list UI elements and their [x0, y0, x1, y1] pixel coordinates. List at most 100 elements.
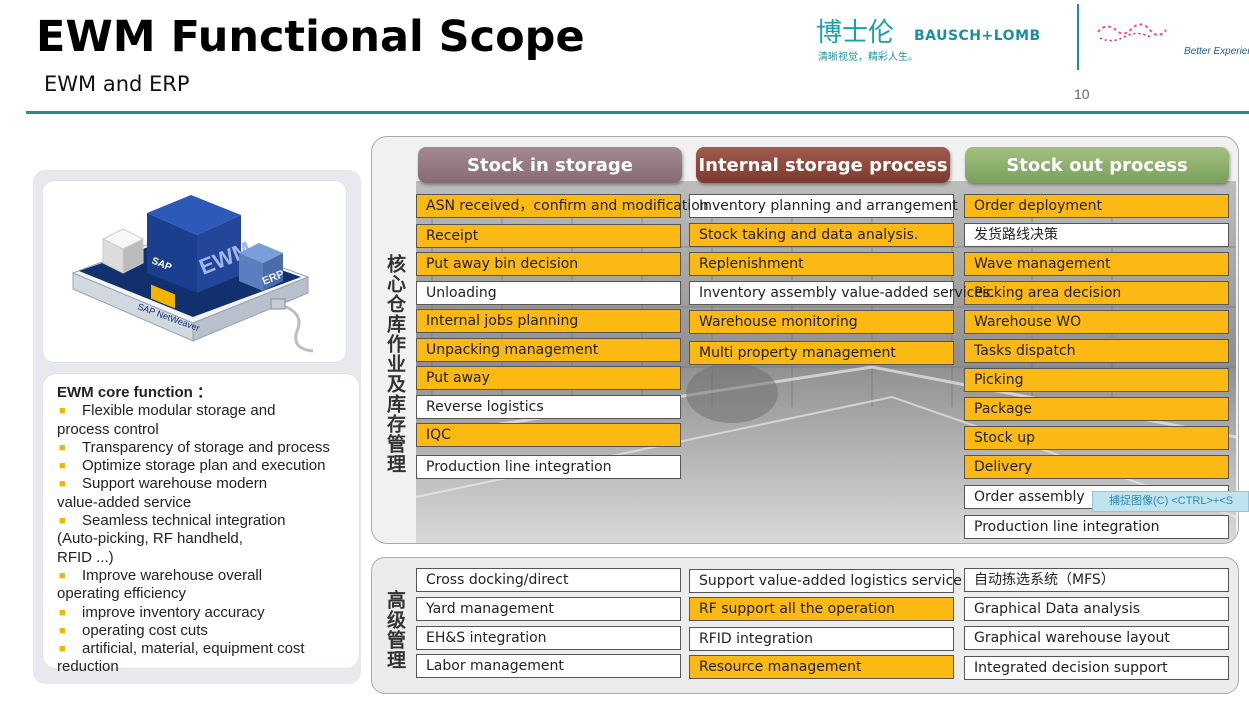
- advanced-col2-cell: Resource management: [689, 655, 954, 679]
- stock-in-cell-text: Put away bin decision: [426, 256, 579, 272]
- core-function-item: ■ operating cost cuts: [57, 622, 355, 640]
- core-function-text: artificial, material, equipment cost: [82, 640, 305, 658]
- internal-storage-cell-text: Inventory planning and arrangement: [699, 198, 958, 214]
- capture-image-tooltip: 捕捉图像(C) <CTRL>+<S: [1092, 491, 1249, 512]
- logo-slogan: 清晰视觉，精彩人生。: [818, 52, 918, 63]
- stock-in-cell-text: Receipt: [426, 228, 479, 244]
- stock-in-cell-text: Internal jobs planning: [426, 313, 579, 329]
- stock-in-cell: Receipt: [416, 224, 681, 248]
- core-function-list: ■ Flexible modular storage and process co…: [57, 402, 355, 676]
- advanced-col3-cell: Integrated decision support: [964, 656, 1229, 680]
- internal-storage-cell: Inventory planning and arrangement: [689, 194, 958, 218]
- core-function-text-continued: value-added service: [57, 493, 192, 511]
- bullet-icon: ■: [59, 624, 66, 637]
- core-function-text-continued: RFID ...): [57, 548, 114, 566]
- advanced-col3-cell-text: Integrated decision support: [974, 660, 1168, 676]
- stock-in-cell: ASN received，confirm and modification: [416, 194, 709, 218]
- core-function-text-continued: process control: [57, 420, 159, 438]
- advanced-col1-cell: Cross docking/direct: [416, 568, 681, 592]
- core-function-text: Improve warehouse overall: [82, 566, 263, 584]
- stock-in-cell-text: Unloading: [426, 285, 497, 301]
- internal-storage-cell-text: Replenishment: [699, 256, 804, 272]
- internal-storage-cell: Stock taking and data analysis.: [689, 223, 954, 247]
- internal-storage-cell-text: Multi property management: [699, 345, 896, 361]
- stock-in-header: Stock in storage: [418, 147, 682, 183]
- stock-in-cell: Unpacking management: [416, 338, 681, 362]
- advanced-col2-cell-text: Support value-added logistics service: [699, 573, 962, 589]
- core-function-text: Seamless technical integration: [82, 512, 286, 530]
- page-number: 10: [1074, 86, 1090, 102]
- stock-in-cell-text: Put away: [426, 370, 490, 386]
- stock-out-cell-text: 发货路线决策: [974, 227, 1058, 243]
- core-function-text-continued: reduction: [57, 658, 119, 676]
- advanced-col1-cell: EH&S integration: [416, 626, 681, 650]
- internal-storage-cell-text: Inventory assembly value-added services.: [699, 285, 995, 301]
- stock-out-cell-text: Picking: [974, 372, 1024, 388]
- stock-in-cell: Internal jobs planning: [416, 309, 681, 333]
- internal-storage-cell: Multi property management: [689, 341, 954, 365]
- core-function-title: EWM core function ：: [57, 384, 212, 401]
- bullet-icon: ■: [59, 405, 66, 418]
- stock-out-cell: Picking: [964, 368, 1229, 392]
- stock-out-cell-text: Warehouse WO: [974, 314, 1082, 330]
- header-divider: [26, 111, 1249, 114]
- stock-in-cell-text: Production line integration: [426, 459, 612, 475]
- core-function-text: Transparency of storage and process: [82, 438, 330, 456]
- advanced-col3-cell-text: Graphical Data analysis: [974, 601, 1141, 617]
- stock-out-cell: 发货路线决策: [964, 223, 1229, 247]
- bullet-icon: ■: [59, 606, 66, 619]
- stock-out-cell: Stock up: [964, 426, 1229, 450]
- stock-in-cell-text: Reverse logistics: [426, 399, 544, 415]
- core-function-box: EWM core function ： ■ Flexible modular st…: [42, 373, 360, 675]
- core-function-text: Support warehouse modern: [82, 475, 268, 493]
- advanced-col3-cell-text: 自动拣选系统（MFS）: [974, 572, 1115, 588]
- stock-in-cell: Put away: [416, 366, 681, 390]
- stock-out-cell: Wave management: [964, 252, 1229, 276]
- logo-divider: [1077, 4, 1079, 70]
- internal-storage-header: Internal storage process: [696, 147, 950, 183]
- core-function-text-continued: (Auto-picking, RF handheld,: [57, 530, 243, 548]
- stock-in-cell: IQC: [416, 423, 681, 447]
- core-function-item: ■ Improve warehouse overall: [57, 567, 355, 585]
- stock-in-cell: Production line integration: [416, 455, 681, 479]
- advanced-col3-cell: Graphical Data analysis: [964, 597, 1229, 621]
- core-function-text: improve inventory accuracy: [82, 603, 265, 621]
- advanced-col1-cell-text: Labor management: [426, 658, 564, 674]
- stock-out-cell-text: Tasks dispatch: [974, 343, 1076, 359]
- advanced-col2-cell: RFID integration: [689, 627, 954, 651]
- internal-storage-cell-text: Stock taking and data analysis.: [699, 227, 919, 243]
- stock-out-cell: Package: [964, 397, 1229, 421]
- stock-out-cell-text: Wave management: [974, 256, 1111, 272]
- stock-out-cell-text: Order deployment: [974, 198, 1102, 214]
- ewm-cube-illustration: SAP NetWeaver EWM SAP ERP: [71, 195, 314, 353]
- internal-storage-cell: Replenishment: [689, 252, 954, 276]
- stock-in-cell: Reverse logistics: [416, 395, 681, 419]
- core-function-item: ■ Seamless technical integration: [57, 512, 355, 530]
- advanced-col1-cell-text: EH&S integration: [426, 630, 547, 646]
- core-function-item: ■ Support warehouse modern: [57, 475, 355, 493]
- bullet-icon: ■: [59, 515, 66, 528]
- stock-out-cell-text: Stock up: [974, 430, 1035, 446]
- logo-chinese-name: 博士伦: [816, 18, 895, 48]
- stock-out-cell: Warehouse WO: [964, 310, 1229, 334]
- stock-out-cell-text: Package: [974, 401, 1033, 417]
- partner-logo-icon: [1097, 23, 1167, 42]
- bullet-icon: ■: [59, 478, 66, 491]
- advanced-col1-cell-text: Yard management: [426, 601, 554, 617]
- stock-in-cell: Unloading: [416, 281, 681, 305]
- bullet-icon: ■: [59, 441, 66, 454]
- stock-in-cell-text: Unpacking management: [426, 342, 599, 358]
- internal-storage-cell: Inventory assembly value-added services.: [689, 281, 995, 305]
- advanced-col2-cell: Support value-added logistics service: [689, 569, 962, 593]
- advanced-col1-cell: Labor management: [416, 654, 681, 678]
- advanced-col3-cell: Graphical warehouse layout: [964, 626, 1229, 650]
- logo-tagline: Better Experien: [1184, 46, 1249, 57]
- stock-in-cell: Put away bin decision: [416, 252, 681, 276]
- page-title: EWM Functional Scope: [36, 12, 585, 62]
- stock-out-cell-text: Picking area decision: [974, 285, 1122, 301]
- advanced-col2-cell: RF support all the operation: [689, 597, 954, 621]
- stock-out-cell-text: Production line integration: [974, 519, 1160, 535]
- advanced-col2-cell-text: RF support all the operation: [699, 601, 895, 617]
- core-function-item: ■ Optimize storage plan and execution: [57, 457, 355, 475]
- stock-in-cell-text: ASN received，confirm and modification: [426, 198, 709, 214]
